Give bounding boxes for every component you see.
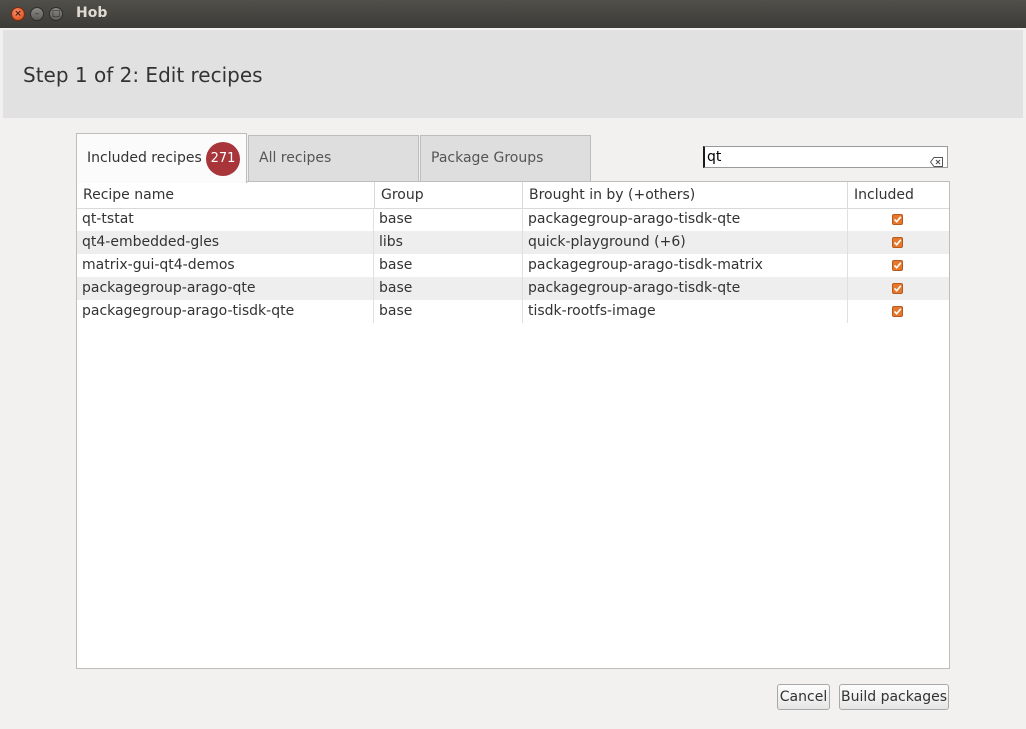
clear-search-icon[interactable]: [929, 152, 943, 167]
included-checkbox[interactable]: [892, 214, 903, 225]
search-box: [703, 146, 948, 168]
column-divider: [522, 208, 523, 323]
window-title: Hob: [76, 5, 108, 21]
included-checkbox[interactable]: [892, 306, 903, 317]
group-cell: base: [379, 257, 413, 273]
recipe-name-cell: qt4-embedded-gles: [82, 234, 220, 250]
group-cell: base: [379, 211, 413, 227]
search-input[interactable]: [707, 148, 927, 166]
column-header-included[interactable]: Included: [848, 182, 949, 208]
tab-included-recipes[interactable]: Included recipes 271: [76, 133, 247, 183]
recipes-panel: Recipe name Group Brought in by (+others…: [76, 181, 950, 669]
minimize-window-icon[interactable]: –: [30, 7, 44, 21]
brought-in-by-cell: packagegroup-arago-tisdk-matrix: [528, 257, 763, 273]
recipe-count-badge: 271: [206, 142, 240, 176]
build-packages-button[interactable]: Build packages: [839, 684, 949, 710]
hob-window: × – □ Hob Step 1 of 2: Edit recipes Incl…: [0, 0, 1026, 729]
tab-label: Package Groups: [431, 150, 544, 166]
column-header-recipe-name[interactable]: Recipe name: [77, 182, 375, 208]
column-header-group[interactable]: Group: [375, 182, 523, 208]
group-cell: base: [379, 303, 413, 319]
tab-all-recipes[interactable]: All recipes: [248, 135, 419, 181]
title-bar[interactable]: × – □ Hob: [0, 0, 1026, 28]
brought-in-by-cell: packagegroup-arago-tisdk-qte: [528, 280, 741, 296]
page-title: Step 1 of 2: Edit recipes: [23, 63, 263, 87]
included-checkbox[interactable]: [892, 237, 903, 248]
table-row[interactable]: packagegroup-arago-tisdk-qte base tisdk-…: [77, 300, 949, 323]
recipe-name-cell: packagegroup-arago-qte: [82, 280, 256, 296]
brought-in-by-cell: packagegroup-arago-tisdk-qte: [528, 211, 741, 227]
cancel-button[interactable]: Cancel: [777, 684, 830, 710]
column-divider: [847, 208, 848, 323]
recipe-name-cell: packagegroup-arago-tisdk-qte: [82, 303, 295, 319]
recipe-name-cell: qt-tstat: [82, 211, 134, 227]
tab-label: All recipes: [259, 150, 332, 166]
column-header-brought-in-by[interactable]: Brought in by (+others): [523, 182, 848, 208]
table-row[interactable]: qt4-embedded-gles libs quick-playground …: [77, 231, 949, 254]
included-checkbox[interactable]: [892, 260, 903, 271]
table-row[interactable]: qt-tstat base packagegroup-arago-tisdk-q…: [77, 208, 949, 231]
table-row[interactable]: matrix-gui-qt4-demos base packagegroup-a…: [77, 254, 949, 277]
tab-package-groups[interactable]: Package Groups: [420, 135, 591, 181]
maximize-window-icon[interactable]: □: [49, 7, 63, 21]
recipe-name-cell: matrix-gui-qt4-demos: [82, 257, 235, 273]
brought-in-by-cell: tisdk-rootfs-image: [528, 303, 656, 319]
step-header: Step 1 of 2: Edit recipes: [3, 30, 1023, 118]
brought-in-by-cell: quick-playground (+6): [528, 234, 686, 250]
included-checkbox[interactable]: [892, 283, 903, 294]
group-cell: libs: [379, 234, 403, 250]
close-window-icon[interactable]: ×: [11, 7, 25, 21]
table-row[interactable]: packagegroup-arago-qte base packagegroup…: [77, 277, 949, 300]
group-cell: base: [379, 280, 413, 296]
column-divider: [373, 208, 374, 323]
tab-label: Included recipes: [87, 150, 202, 166]
table-header: Recipe name Group Brought in by (+others…: [77, 182, 949, 209]
